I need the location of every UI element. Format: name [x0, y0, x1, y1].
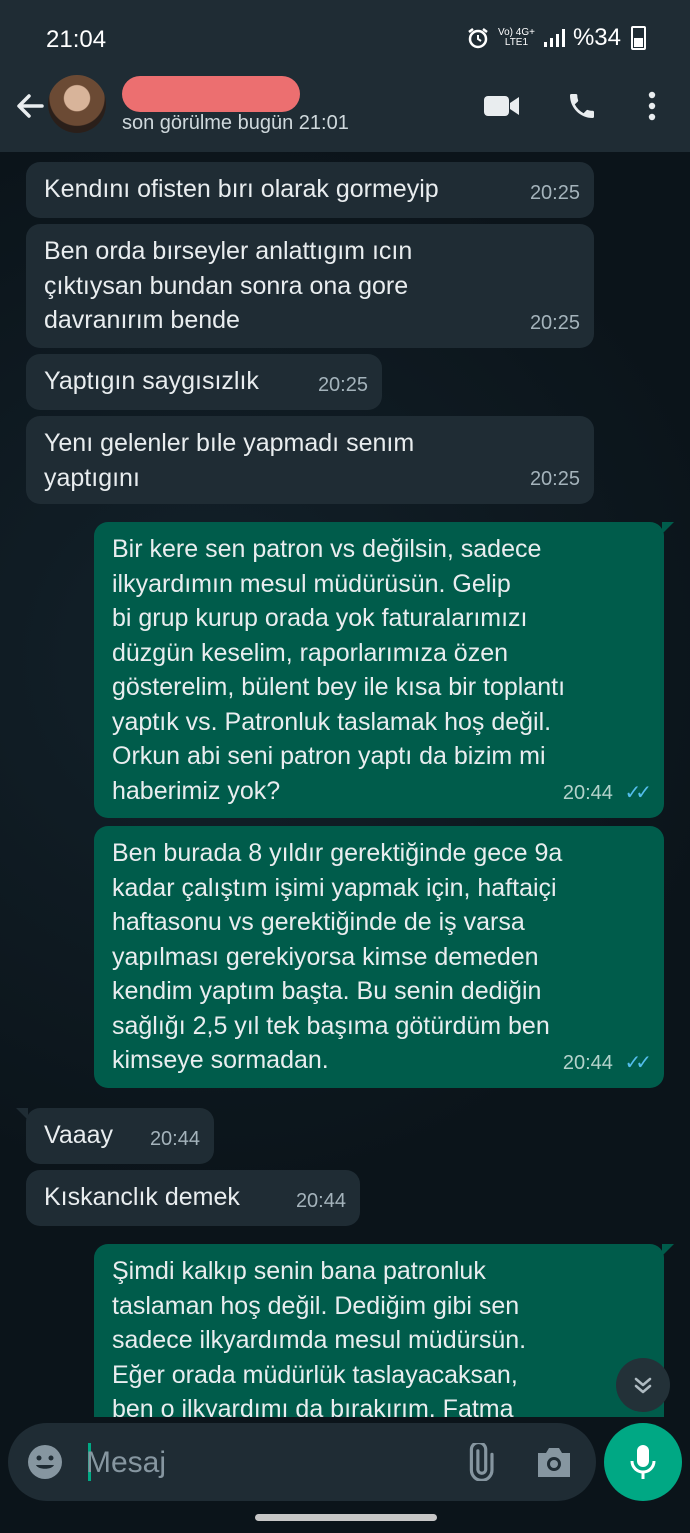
message-time: 20:25: [529, 311, 580, 334]
message-time: 20:44: [562, 781, 613, 804]
message-outgoing[interactable]: Şimdi kalkıp senin bana patronluk taslam…: [94, 1244, 674, 1417]
message-incoming[interactable]: Vaaay 20:44: [16, 1108, 214, 1164]
message-text: Şimdi kalkıp senin bana patronluk taslam…: [112, 1257, 527, 1417]
message-composer: [8, 1423, 596, 1501]
voice-call-button[interactable]: [562, 86, 602, 126]
last-seen-status: son görülme bugün 21:01: [122, 112, 349, 134]
scroll-to-bottom-button[interactable]: [616, 1358, 670, 1412]
home-indicator[interactable]: [255, 1514, 437, 1521]
message-time: 20:25: [529, 467, 580, 490]
message-text: Ben burada 8 yıldır gerektiğinde gece 9a…: [112, 839, 563, 1074]
voice-call-icon: [570, 94, 594, 118]
message-time: 20:25: [317, 373, 368, 396]
message-time: 20:44: [295, 1189, 346, 1212]
read-ticks-icon: ✓✓: [624, 1051, 651, 1074]
message-text: Kendını ofisten bırı olarak gormeyip: [44, 175, 439, 203]
status-time: 21:04: [46, 26, 107, 53]
read-ticks-icon: ✓✓: [624, 781, 651, 804]
status-icons: Vo) 4G+ LTE1 %34: [466, 24, 646, 52]
more-options-button[interactable]: [632, 86, 672, 126]
message-incoming[interactable]: Yaptıgın saygısızlık 20:25: [26, 354, 382, 410]
network-indicator: Vo) 4G+ LTE1: [498, 28, 535, 48]
message-input[interactable]: [84, 1441, 448, 1485]
more-options-icon: [648, 91, 656, 121]
message-time-wrapper: 20:44 ✓✓: [562, 776, 652, 811]
message-time-wrapper: 20:44 ✓✓: [562, 1046, 652, 1081]
message-outgoing[interactable]: Bir kere sen patron vs değilsin, sadece …: [94, 522, 674, 818]
camera-icon[interactable]: [534, 1443, 574, 1481]
message-outgoing[interactable]: Ben burada 8 yıldır gerektiğinde gece 9a…: [94, 826, 664, 1088]
message-text: Yenı gelenler bıle yapmadı senım yaptıgı…: [44, 429, 415, 492]
voice-message-button[interactable]: [604, 1423, 682, 1501]
message-time: 20:44: [149, 1127, 200, 1150]
chat-header: H son görülme bugün 21:01: [0, 74, 690, 152]
avatar[interactable]: [48, 75, 106, 133]
signal-icon: [543, 29, 565, 47]
status-bar: 21:04 Vo) 4G+ LTE1 %34: [0, 0, 690, 74]
message-incoming[interactable]: Kıskanclık demek 20:44: [26, 1170, 360, 1226]
video-call-button[interactable]: [482, 86, 522, 126]
message-time: 20:44: [562, 1051, 613, 1074]
message-incoming[interactable]: Kendını ofisten bırı olarak gormeyip 20:…: [26, 162, 594, 218]
microphone-icon: [630, 1445, 656, 1479]
emoji-icon[interactable]: [26, 1443, 64, 1481]
back-arrow-icon[interactable]: [12, 88, 48, 124]
battery-icon: [631, 26, 646, 50]
message-text: Bir kere sen patron vs değilsin, sadece …: [112, 535, 566, 805]
message-input-bar: [0, 1417, 690, 1533]
network-type-bottom: LTE1: [504, 37, 529, 48]
message-incoming[interactable]: Ben orda bırseyler anlattıgım ıcın çıktı…: [26, 224, 594, 348]
alarm-icon: [468, 28, 488, 49]
chat-messages[interactable]: Kendını ofisten bırı olarak gormeyip 20:…: [0, 152, 690, 1417]
message-incoming[interactable]: Yenı gelenler bıle yapmadı senım yaptıgı…: [26, 416, 594, 504]
double-chevron-down-icon: [634, 1377, 652, 1394]
message-time: 20:25: [529, 181, 580, 204]
battery-percentage: %34: [572, 24, 621, 51]
video-call-icon: [484, 96, 519, 116]
contact-name[interactable]: H: [122, 76, 300, 112]
message-text: Ben orda bırseyler anlattıgım ıcın çıktı…: [44, 237, 413, 334]
attachment-icon[interactable]: [460, 1443, 498, 1481]
